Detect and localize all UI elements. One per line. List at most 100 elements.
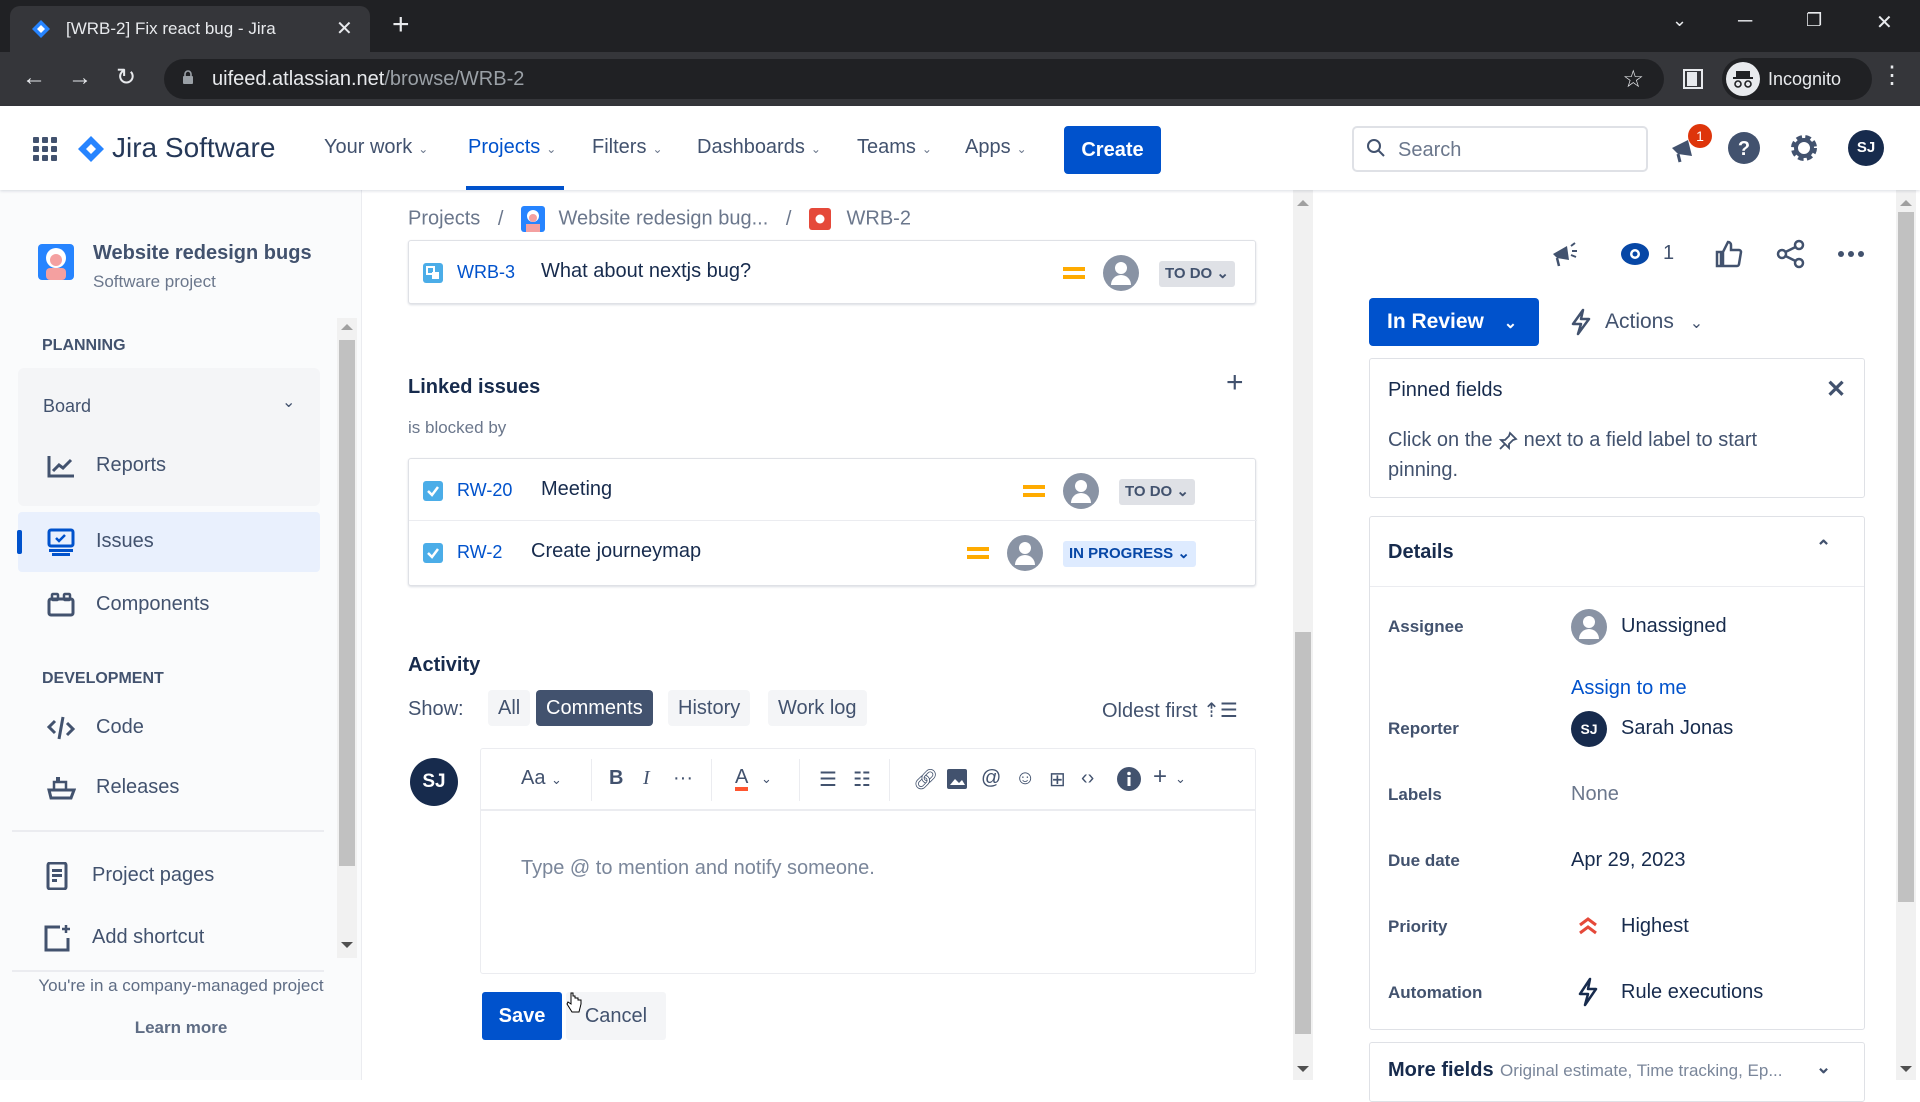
reload-icon[interactable]: ↻ [116,64,136,92]
back-icon[interactable]: ← [22,64,46,92]
scroll-down-arrow-icon[interactable] [1900,1066,1912,1072]
mention-icon[interactable]: @ [981,767,1001,790]
issue-key[interactable]: RW-20 [457,480,512,501]
linked-issue-row[interactable]: RW-2 Create journeymap IN PROGRESS ⌄ [409,523,1257,583]
sidebar-item-code[interactable]: Code [18,698,320,758]
forward-icon[interactable]: → [68,64,92,92]
issue-key[interactable]: RW-2 [457,542,502,563]
watch-eye-icon[interactable] [1619,238,1651,270]
status-dropdown[interactable]: IN PROGRESS ⌄ [1063,541,1196,567]
text-style-dropdown[interactable]: Aa ⌄ [521,767,562,790]
address-bar[interactable]: uifeed.atlassian.net/browse/WRB-2 ☆ [164,59,1664,99]
emoji-icon[interactable]: ☺ [1015,767,1035,790]
italic-icon[interactable]: I [643,767,650,790]
bold-icon[interactable]: B [609,767,623,790]
assign-to-me-link[interactable]: Assign to me [1571,677,1687,700]
bullet-list-icon[interactable]: ☰ [819,767,837,792]
comment-input[interactable]: Type @ to mention and notify someone. [521,857,875,880]
details-header[interactable]: Details ⌃ [1370,517,1864,587]
reporter-value[interactable]: Sarah Jonas [1621,717,1733,740]
help-icon[interactable]: ? [1726,130,1762,166]
jira-logo-icon[interactable] [78,136,104,162]
sidebar-item-reports[interactable]: Reports [18,436,320,496]
add-linked-issue-icon[interactable]: + [1226,366,1244,400]
text-color-icon[interactable]: A [735,767,749,791]
filter-history[interactable]: History [668,690,751,726]
nav-projects[interactable]: Projects ⌄ [468,136,556,159]
board-selector[interactable]: Board [43,396,91,417]
status-dropdown[interactable]: TO DO ⌄ [1119,479,1195,505]
search-input[interactable]: Search [1352,126,1648,172]
new-tab-icon[interactable]: + [392,8,410,42]
link-icon[interactable]: 🔗︎ [913,767,938,792]
nav-teams[interactable]: Teams ⌄ [857,136,932,159]
image-icon[interactable] [947,769,967,789]
issue-key[interactable]: WRB-3 [457,262,515,283]
scroll-up-arrow-icon[interactable] [1900,200,1912,206]
priority-value[interactable]: Highest [1621,915,1689,938]
vote-thumbs-up-icon[interactable] [1713,238,1745,270]
feedback-megaphone-icon[interactable] [1549,238,1581,270]
tab-search-icon[interactable]: ⌄ [1672,10,1687,31]
more-fields-panel[interactable]: More fields Original estimate, Time trac… [1369,1042,1865,1102]
main-scrollbar[interactable] [1293,190,1313,1080]
labels-value[interactable]: None [1571,783,1619,806]
bookmark-star-icon[interactable]: ☆ [1622,65,1644,94]
numbered-list-icon[interactable]: ☷ [853,767,871,792]
share-icon[interactable] [1775,238,1807,270]
sidebar-item-components[interactable]: Components [18,575,320,635]
chevron-down-icon[interactable]: ⌄ [1816,1057,1831,1078]
more-formatting-icon[interactable]: ··· [673,767,693,790]
product-name[interactable]: Jira Software [112,132,275,164]
status-transition-button[interactable]: In Review ⌄ [1369,298,1539,346]
insert-plus-icon[interactable]: + [1153,763,1167,791]
learn-more-link[interactable]: Learn more [0,1018,362,1038]
project-name[interactable]: Website redesign bugs [93,242,312,265]
close-tab-icon[interactable]: ✕ [336,16,353,41]
create-button[interactable]: Create [1064,126,1161,174]
sidebar-item-project-pages[interactable]: Project pages [14,846,316,906]
status-dropdown[interactable]: TO DO ⌄ [1159,261,1235,287]
sidebar-scrollbar-thumb[interactable] [339,340,355,866]
filter-all[interactable]: All [488,690,531,726]
minimize-icon[interactable]: ─ [1738,10,1752,33]
nav-filters[interactable]: Filters ⌄ [592,136,663,159]
chevron-up-icon[interactable]: ⌃ [1816,537,1831,558]
user-avatar[interactable]: SJ [1848,130,1884,166]
chevron-down-icon[interactable]: ⌄ [761,771,772,787]
assignee-value[interactable]: Unassigned [1621,615,1727,638]
browser-menu-icon[interactable]: ⋮ [1880,62,1904,90]
due-date-value[interactable]: Apr 29, 2023 [1571,849,1686,872]
right-panel-scrollbar[interactable] [1896,190,1916,1080]
restore-icon[interactable]: ❐ [1806,10,1822,31]
sidebar-item-releases[interactable]: Releases [18,758,320,818]
close-pinned-icon[interactable]: ✕ [1826,375,1846,404]
incognito-profile-button[interactable]: Incognito [1722,58,1872,100]
board-chevron-icon[interactable]: ⌄ [282,392,295,412]
app-switcher-icon[interactable] [32,136,58,162]
issue-summary[interactable]: What about nextjs bug? [541,260,751,283]
issue-summary[interactable]: Create journeymap [531,540,701,563]
nav-dashboards[interactable]: Dashboards ⌄ [697,136,821,159]
issue-summary[interactable]: Meeting [541,478,612,501]
save-button[interactable]: Save [482,992,562,1040]
sort-order-toggle[interactable]: Oldest first ⇡☰ [1102,698,1238,723]
more-options-icon[interactable] [1835,238,1867,270]
code-block-icon[interactable]: ‹› [1081,767,1094,790]
scroll-down-arrow-icon[interactable] [1297,1066,1309,1072]
breadcrumb-issue-key[interactable]: WRB-2 [847,208,911,230]
info-panel-icon[interactable] [1117,767,1141,791]
main-scrollbar-thumb[interactable] [1295,632,1311,1034]
child-issue-row[interactable]: WRB-3 What about nextjs bug? TO DO ⌄ [409,243,1257,303]
right-scrollbar-thumb[interactable] [1898,212,1914,902]
actions-dropdown[interactable]: Actions ⌄ [1569,298,1703,346]
browser-tab[interactable]: [WRB-2] Fix react bug - Jira ✕ [10,6,370,52]
nav-apps[interactable]: Apps ⌄ [965,136,1027,159]
side-panel-icon[interactable] [1682,68,1704,90]
scroll-down-arrow-icon[interactable] [341,942,353,948]
linked-issue-row[interactable]: RW-20 Meeting TO DO ⌄ [409,461,1257,521]
window-close-icon[interactable]: ✕ [1876,10,1893,35]
filter-work-log[interactable]: Work log [768,690,867,726]
nav-your-work[interactable]: Your work ⌄ [324,136,428,159]
sidebar-item-add-shortcut[interactable]: Add shortcut [14,908,316,968]
